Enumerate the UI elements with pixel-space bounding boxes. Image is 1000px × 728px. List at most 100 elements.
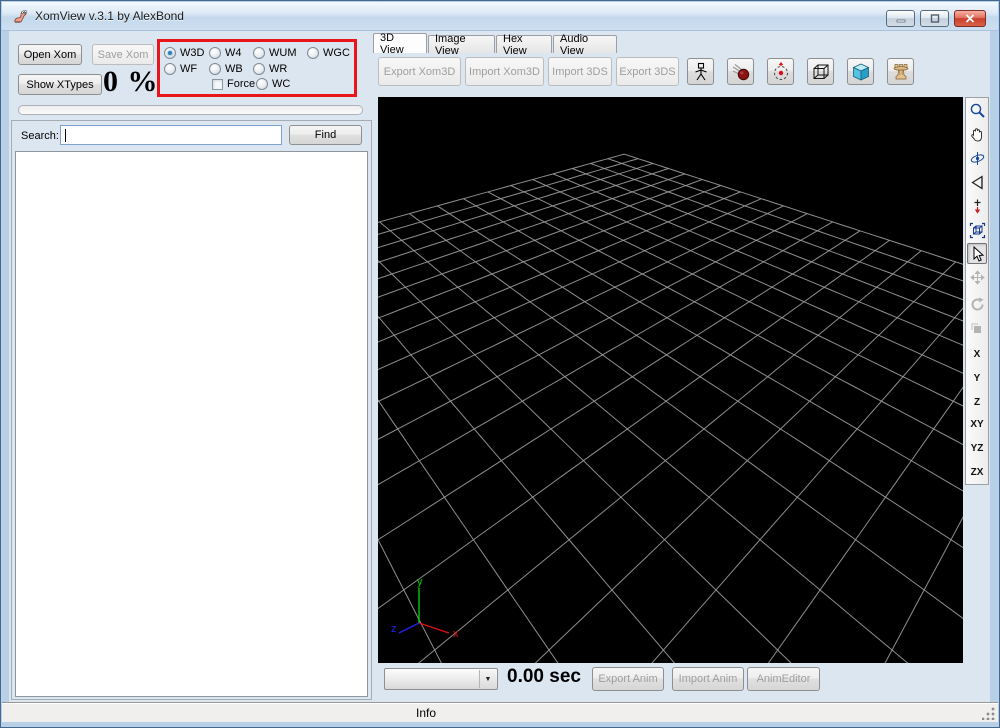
orbit-icon <box>970 152 984 165</box>
title-bar[interactable]: XomView v.3.1 by AlexBond <box>2 2 998 31</box>
status-bar: Info <box>2 702 998 722</box>
close-icon <box>965 14 975 23</box>
orbit-point-button[interactable] <box>767 58 794 85</box>
move-tool-button[interactable] <box>967 267 987 288</box>
show-xtypes-button[interactable]: Show XTypes <box>18 74 102 95</box>
axis-x-label: x <box>453 628 459 640</box>
progress-percent-label: 0 % <box>103 65 159 98</box>
window-title: XomView v.3.1 by AlexBond <box>35 9 184 23</box>
axis-y-label: y <box>417 576 423 588</box>
frame-object-tool-button[interactable] <box>967 220 987 241</box>
tab-3d-view[interactable]: 3D View <box>373 32 427 56</box>
export-xom3d-button[interactable]: Export Xom3D <box>378 57 461 86</box>
checkbox-box <box>212 78 223 90</box>
radio-label: WF <box>180 63 198 75</box>
radio-wf[interactable]: WF <box>164 62 197 76</box>
move-icon <box>969 270 985 285</box>
radio-label: W4 <box>225 47 242 59</box>
search-label: Search: <box>21 130 59 142</box>
axis-z-label: z <box>391 623 397 635</box>
zoom-tool-button[interactable] <box>967 100 987 121</box>
radio-label: WGC <box>323 47 350 59</box>
wireframe-cube-icon <box>813 64 828 79</box>
anim-editor-button[interactable]: AnimEditor <box>747 667 820 691</box>
export-3ds-button[interactable]: Export 3DS <box>616 57 679 86</box>
orbit-point-icon <box>773 61 788 80</box>
cone-icon <box>970 175 983 190</box>
orbit-tool-button[interactable] <box>967 148 987 169</box>
axis-z-button[interactable]: Z <box>967 392 987 413</box>
anim-select-combobox[interactable]: ▼ <box>384 668 498 690</box>
scale-tool-button[interactable] <box>967 319 987 340</box>
3d-viewport[interactable]: y x z <box>378 97 963 663</box>
comet-button[interactable] <box>727 58 754 85</box>
save-xom-button[interactable]: Save Xom <box>92 44 154 65</box>
resize-grip[interactable] <box>982 707 995 720</box>
radio-dot <box>253 63 265 75</box>
force-checkbox[interactable]: Force <box>212 77 255 91</box>
select-tool-button[interactable] <box>967 243 987 264</box>
skeleton-button[interactable] <box>687 58 714 85</box>
solid-cube-button[interactable] <box>847 58 874 85</box>
comet-icon <box>732 63 749 80</box>
radio-wum[interactable]: WUM <box>253 46 297 60</box>
radio-label: WUM <box>269 47 297 59</box>
import-3ds-button[interactable]: Import 3DS <box>548 57 612 86</box>
axis-y-button[interactable]: Y <box>967 368 987 389</box>
anim-time-label: 0.00 sec <box>507 666 581 687</box>
axis-xy-button[interactable]: XY <box>967 414 987 435</box>
camera-cone-tool-button[interactable] <box>967 172 987 193</box>
radio-wr[interactable]: WR <box>253 62 287 76</box>
minimize-button[interactable] <box>886 10 915 27</box>
rotate-tool-button[interactable] <box>967 294 987 315</box>
zoom-icon <box>970 103 985 118</box>
radio-wc[interactable]: WC <box>256 77 290 91</box>
radio-dot <box>164 63 176 75</box>
xom-tree-listbox[interactable] <box>15 151 368 697</box>
radio-dot <box>253 47 265 59</box>
radio-wgc[interactable]: WGC <box>307 46 350 60</box>
maximize-icon <box>930 14 939 23</box>
window-controls <box>886 10 986 27</box>
radio-dot <box>164 47 176 59</box>
radio-label: WC <box>272 78 291 90</box>
radio-w4[interactable]: W4 <box>209 46 242 60</box>
pan-tool-button[interactable] <box>967 124 987 145</box>
search-input[interactable] <box>60 125 282 145</box>
worm-app-icon <box>14 10 28 23</box>
export-anim-button[interactable]: Export Anim <box>592 667 664 691</box>
model-button[interactable] <box>887 58 914 85</box>
text-caret <box>65 129 66 142</box>
radio-wb[interactable]: WB <box>209 62 243 76</box>
import-anim-button[interactable]: Import Anim <box>672 667 744 691</box>
progress-bar <box>18 105 363 115</box>
app-window: XomView v.3.1 by AlexBond Open Xom Save … <box>0 0 1000 728</box>
radio-w3d[interactable]: W3D <box>164 46 204 60</box>
axis-zx-button[interactable]: ZX <box>967 462 987 483</box>
drop-axis-tool-button[interactable] <box>967 196 987 217</box>
radio-dot <box>209 63 221 75</box>
solid-cube-icon <box>852 63 869 81</box>
tab-hex-view[interactable]: Hex View <box>496 33 552 57</box>
axis-yz-button[interactable]: YZ <box>967 438 987 459</box>
import-xom3d-button[interactable]: Import Xom3D <box>465 57 544 86</box>
drop-axis-icon <box>974 199 980 214</box>
axis-x-button[interactable]: X <box>967 344 987 365</box>
maximize-button[interactable] <box>920 10 949 27</box>
find-button[interactable]: Find <box>289 125 362 145</box>
select-cursor-icon <box>973 245 984 262</box>
wireframe-cube-button[interactable] <box>807 58 834 85</box>
open-xom-button[interactable]: Open Xom <box>18 44 82 65</box>
tab-audio-view[interactable]: Audio View <box>553 33 617 57</box>
minimize-icon <box>896 19 905 23</box>
viewport-toolbar: X Y Z XY YZ ZX <box>965 97 989 485</box>
frame-cube-icon <box>969 222 985 239</box>
tab-label: Image View <box>435 32 466 57</box>
status-text: Info <box>416 706 437 720</box>
radio-label: W3D <box>180 47 205 59</box>
tab-image-view[interactable]: Image View <box>428 33 495 57</box>
scale-icon <box>970 323 981 333</box>
radio-dot <box>307 47 319 59</box>
skeleton-icon <box>694 62 707 80</box>
close-button[interactable] <box>954 10 986 27</box>
